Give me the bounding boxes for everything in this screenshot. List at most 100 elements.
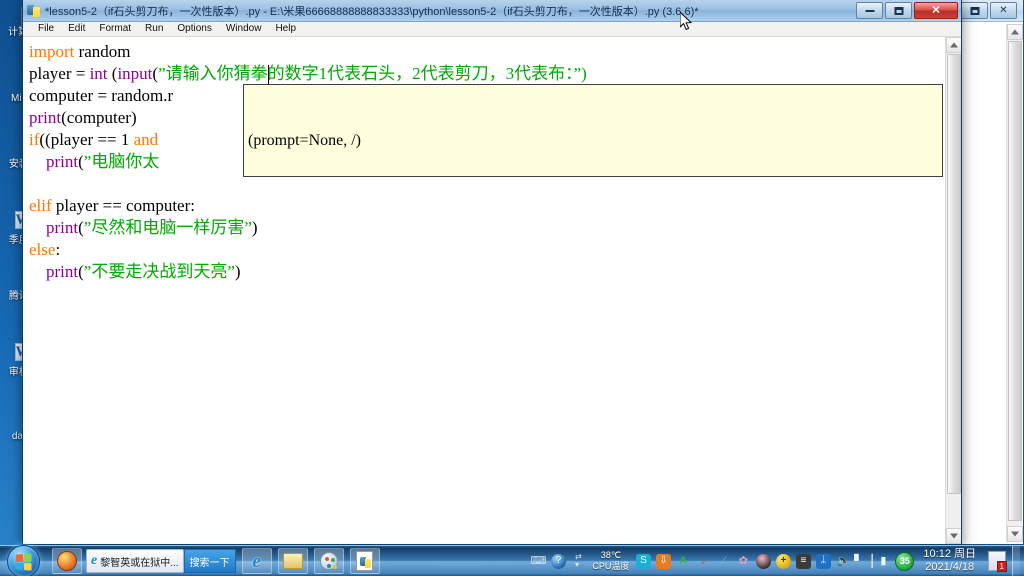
idle-editor-window[interactable]: *lesson5-2（if石头剪刀布，一次性版本）.py - E:\米果6666… xyxy=(22,0,962,545)
background-vertical-scrollbar[interactable] xyxy=(1006,24,1023,542)
network-share-icon[interactable]: ⟋ xyxy=(715,553,731,569)
menu-format[interactable]: Format xyxy=(92,22,138,36)
antivirus-icon[interactable]: A xyxy=(675,553,691,569)
battery-icon[interactable]: ▮ xyxy=(875,553,891,569)
keyboard-input-icon[interactable]: ⌨ xyxy=(530,553,546,569)
flower-app-icon[interactable]: ✿ xyxy=(735,553,751,569)
background-close-button[interactable]: ✕ xyxy=(990,2,1017,19)
windows-flag-icon xyxy=(15,552,32,571)
internet-explorer-icon: e xyxy=(91,553,98,568)
code-line: import random xyxy=(29,41,945,63)
code-token: ( xyxy=(107,64,118,83)
code-token: elif xyxy=(29,196,52,215)
maximize-button[interactable] xyxy=(885,2,912,19)
help-globe-icon[interactable]: ? xyxy=(550,553,566,569)
window-titlebar[interactable]: *lesson5-2（if石头剪刀布，一次性版本）.py - E:\米果6666… xyxy=(23,0,961,22)
menu-run[interactable]: Run xyxy=(138,22,170,36)
quicklaunch-media-icon[interactable] xyxy=(52,548,82,574)
code-token: print xyxy=(46,218,79,237)
minimize-button[interactable] xyxy=(856,2,883,19)
code-token: ) xyxy=(251,218,258,237)
background-scroll-down-button[interactable] xyxy=(1007,526,1023,542)
thunder-download-icon[interactable]: ⇩ xyxy=(655,553,671,569)
folder-icon xyxy=(282,553,303,569)
quicklaunch-python-file[interactable] xyxy=(349,548,380,574)
add-plus-icon[interactable]: + xyxy=(775,553,791,569)
menu-options[interactable]: Options xyxy=(170,22,218,36)
music-player-icon[interactable]: ♪ xyxy=(695,553,711,569)
code-token: player == computer: xyxy=(51,196,195,215)
code-token: ”电脑你太 xyxy=(83,152,160,171)
desktop-root: 计算机 Mix... 安装... W 季度... 腾讯... W 审核... d… xyxy=(0,0,1024,576)
code-token: if xyxy=(29,130,40,149)
menu-help[interactable]: Help xyxy=(268,22,303,36)
editor-vertical-scrollbar[interactable] xyxy=(945,37,961,544)
code-token: and xyxy=(133,130,159,149)
scroll-thumb[interactable] xyxy=(947,54,961,494)
code-token: print xyxy=(29,108,62,127)
cpu-temperature-label: CPU温度 xyxy=(592,561,630,571)
quicklaunch-internet-explorer[interactable]: e xyxy=(241,548,272,574)
code-line: else: xyxy=(29,239,945,261)
scroll-down-button[interactable] xyxy=(946,528,961,544)
clock-time: 10:12 周日 xyxy=(923,548,976,560)
quicklaunch-paint[interactable] xyxy=(313,548,344,574)
code-line: print(”尽然和电脑一样厉害”) xyxy=(29,217,945,239)
background-maximize-button[interactable] xyxy=(961,2,988,19)
code-token: ((player == 1 xyxy=(39,130,134,149)
show-hidden-icons-icon[interactable]: ⇄ ▾ xyxy=(570,553,586,569)
scroll-up-button[interactable] xyxy=(946,37,961,53)
quicklaunch-explorer[interactable] xyxy=(277,548,308,574)
code-line: print(”不要走决战到天亮”) xyxy=(29,261,945,283)
action-center-badge: 1 xyxy=(996,561,1007,572)
clock-date: 2021/4/18 xyxy=(925,561,975,573)
quick-launch-bar xyxy=(52,548,82,574)
text-caret xyxy=(268,65,269,85)
code-line: elif player == computer: xyxy=(29,195,945,217)
background-scroll-thumb[interactable] xyxy=(1008,41,1022,521)
window-title: *lesson5-2（if石头剪刀布，一次性版本）.py - E:\米果6666… xyxy=(45,5,699,18)
sogou-input-icon[interactable]: S xyxy=(635,553,651,569)
python-file-icon xyxy=(356,551,374,571)
action-center-icon[interactable]: 1 xyxy=(988,551,1007,572)
start-button[interactable] xyxy=(2,544,48,576)
close-button[interactable]: ✕ xyxy=(914,2,958,19)
menu-file[interactable]: File xyxy=(31,22,61,36)
search-button[interactable]: 搜索一下 xyxy=(183,549,236,573)
code-token: input xyxy=(117,64,153,83)
volume-icon[interactable]: 🔈 xyxy=(835,553,851,569)
calltip-signature: (prompt=None, /) xyxy=(248,132,361,149)
cpu-temperature-value: 38℃ xyxy=(600,550,621,560)
code-token: (computer) xyxy=(61,108,137,127)
taskbar-item-label: 黎智英或在狱中... xyxy=(100,557,179,569)
bluetooth-icon[interactable]: ᛦ xyxy=(815,553,831,569)
show-desktop-button[interactable] xyxy=(1012,545,1020,576)
code-token: else xyxy=(29,240,56,259)
taskbar-item-browser[interactable]: e 黎智英或在狱中... xyxy=(86,549,184,573)
python-icon xyxy=(27,4,41,18)
code-token: int xyxy=(89,64,108,83)
calltip-tooltip: (prompt=None, /) ['/' marks preceding ar… xyxy=(243,84,943,177)
code-token: print xyxy=(46,262,79,281)
code-token: print xyxy=(46,152,79,171)
menu-edit[interactable]: Edit xyxy=(61,22,92,36)
menu-window[interactable]: Window xyxy=(219,22,269,36)
taskbar: e 黎智英或在狱中... 搜索一下 e ⌨ ? ⇄▾ 38℃ CPU温度 S xyxy=(0,544,1024,576)
code-token: ) xyxy=(234,262,241,281)
code-token: ”尽然和电脑一样厉害” xyxy=(83,218,252,237)
notification-count-badge[interactable]: 35 xyxy=(895,551,915,571)
clock-widget[interactable]: 10:12 周日 2021/4/18 xyxy=(918,548,981,574)
network-signal-icon[interactable]: ▘▕ xyxy=(854,553,872,569)
list-app-icon[interactable]: ≡ xyxy=(795,553,811,569)
code-token: : xyxy=(55,240,61,259)
internet-explorer-icon: e xyxy=(252,550,261,572)
code-token: player = xyxy=(29,64,90,83)
background-scroll-up-button[interactable] xyxy=(1007,24,1023,40)
window-controls: ✕ xyxy=(856,2,961,19)
qq-penguin-icon[interactable] xyxy=(755,553,771,569)
cpu-temperature-widget: 38℃ CPU温度 xyxy=(592,550,629,572)
code-token: ”不要走决战到天亮” xyxy=(83,262,235,281)
